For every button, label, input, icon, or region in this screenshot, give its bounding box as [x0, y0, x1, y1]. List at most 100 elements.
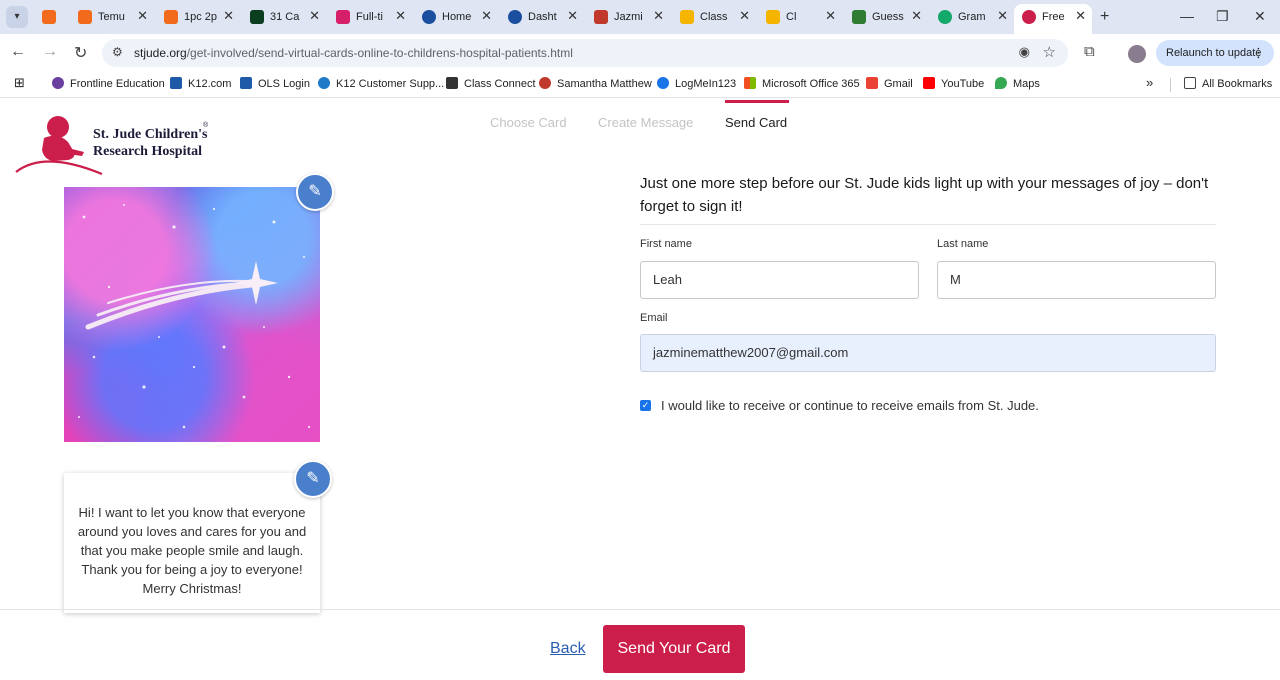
bookmark-item[interactable]: LogMeIn123 [657, 77, 736, 90]
step-choose-card[interactable]: Choose Card [490, 115, 567, 130]
bookmark-label: Frontline Education [70, 78, 165, 90]
registered-mark: ® [203, 122, 209, 129]
more-menu-icon[interactable]: ⋮ [1252, 40, 1265, 66]
close-icon[interactable]: ✕ [395, 8, 406, 24]
browser-tab[interactable]: 31 Ca ✕ [242, 4, 326, 31]
relaunch-button[interactable]: Relaunch to update ⋮ [1156, 40, 1274, 66]
bookmark-item[interactable]: Samantha Matthew [539, 77, 652, 90]
back-arrow-icon[interactable]: ← [10, 43, 26, 61]
close-icon[interactable]: ✕ [997, 8, 1008, 24]
browser-tab[interactable]: Gram ✕ [930, 4, 1014, 31]
star-icon[interactable]: ☆ [1043, 43, 1056, 61]
close-icon[interactable]: ✕ [1075, 8, 1086, 24]
more-bookmarks-button[interactable]: » [1146, 75, 1153, 90]
tab-label: Temu [98, 11, 125, 23]
window-close-icon[interactable]: ✕ [1254, 8, 1266, 25]
close-icon[interactable]: ✕ [309, 8, 320, 24]
step-send-card[interactable]: Send Card [725, 115, 787, 130]
bookmark-item[interactable]: Maps [995, 77, 1040, 90]
bookmark-item[interactable]: Class Connect [446, 77, 536, 90]
browser-tab[interactable]: 1pc 2p ✕ [156, 4, 240, 31]
close-icon[interactable]: ✕ [825, 8, 836, 24]
tab-search-button[interactable]: ▾ [6, 6, 28, 28]
edit-card-button[interactable]: ✎ [296, 173, 334, 211]
bookmark-item[interactable]: OLS Login [240, 77, 310, 90]
site-info-icon[interactable]: ⚙ [112, 45, 123, 59]
optin-checkbox[interactable]: ✓ [640, 400, 651, 411]
new-tab-button[interactable]: + [1100, 8, 1109, 26]
close-icon[interactable]: ✕ [653, 8, 664, 24]
back-link[interactable]: Back [550, 640, 586, 658]
browser-tab-active[interactable]: Free ✕ [1014, 4, 1092, 34]
bookmark-label: K12.com [188, 78, 232, 90]
optin-label[interactable]: I would like to receive or continue to r… [661, 398, 1039, 413]
tab-label: Gram [958, 11, 986, 23]
browser-tab[interactable]: Dasht ✕ [500, 4, 584, 31]
browser-tab[interactable]: Cl ✕ [758, 4, 842, 31]
logo-wordmark: St. Jude Children's Research Hospital [93, 126, 208, 160]
browser-tab[interactable]: Temu ✕ [70, 4, 154, 31]
tab-strip: ▾ Temu ✕ 1pc 2p ✕ 31 Ca ✕ Full-ti ✕ Home… [0, 0, 1280, 34]
step-create-message[interactable]: Create Message [598, 115, 693, 130]
bookmark-item[interactable]: Frontline Education [52, 77, 165, 90]
close-icon[interactable]: ✕ [481, 8, 492, 24]
bookmark-item[interactable]: K12 Customer Supp... [318, 77, 444, 90]
close-icon[interactable]: ✕ [739, 8, 750, 24]
close-icon[interactable]: ✕ [567, 8, 578, 24]
tab-label: Dasht [528, 11, 557, 23]
bookmark-item[interactable]: Gmail [866, 77, 913, 90]
bookmark-label: Samantha Matthew [557, 78, 652, 90]
tab-label: Cl [786, 11, 797, 23]
restore-icon[interactable]: ❐ [1216, 8, 1229, 25]
tab-favicon-icon [594, 10, 608, 24]
browser-tab[interactable]: Jazmi ✕ [586, 4, 670, 31]
url-domain: stjude.org [134, 46, 187, 60]
bookmark-label: YouTube [941, 78, 985, 90]
first-name-field[interactable]: Leah [640, 261, 919, 299]
minimize-icon[interactable]: — [1180, 8, 1194, 24]
browser-tab[interactable]: Full-ti ✕ [328, 4, 412, 31]
browser-tab[interactable]: Class ✕ [672, 4, 756, 31]
tab-label: 31 Ca [270, 11, 300, 23]
reload-icon[interactable]: ↻ [74, 43, 87, 63]
logo-line1: St. Jude Children's [93, 127, 208, 142]
tab-label: Guess [872, 11, 904, 23]
last-name-field[interactable]: M [937, 261, 1216, 299]
bookmark-item[interactable]: YouTube [923, 77, 984, 90]
temu-icon [164, 10, 178, 24]
extensions-icon[interactable]: ⧉ [1084, 43, 1095, 60]
first-name-label: First name [640, 238, 692, 250]
eye-slash-icon[interactable]: ◉ [1019, 44, 1030, 60]
apps-grid-icon[interactable]: ⊞ [14, 75, 25, 91]
close-icon[interactable]: ✕ [137, 8, 148, 24]
url-text[interactable]: stjude.org/get-involved/send-virtual-car… [134, 46, 573, 60]
edit-message-button[interactable]: ✎ [294, 460, 332, 498]
browser-tab[interactable]: Home ✕ [414, 4, 498, 31]
tab-favicon-icon [852, 10, 866, 24]
folder-icon [1184, 77, 1196, 89]
profile-avatar[interactable] [1128, 45, 1146, 63]
send-card-button[interactable]: Send Your Card [603, 625, 745, 673]
browser-toolbar: ← → ↻ ⚙ stjude.org/get-involved/send-vir… [0, 34, 1280, 72]
st-jude-logo[interactable]: St. Jude Children's Research Hospital ® [14, 114, 214, 176]
all-bookmarks-button[interactable]: All Bookmarks [1184, 77, 1272, 90]
close-icon[interactable]: ✕ [911, 8, 922, 24]
bookmark-label: OLS Login [258, 78, 310, 90]
bookmark-label: Gmail [884, 78, 913, 90]
browser-tab[interactable]: Guess ✕ [844, 4, 928, 31]
url-path: /get-involved/send-virtual-cards-online-… [186, 46, 573, 60]
bookmark-item[interactable]: K12.com [170, 77, 231, 90]
tab-favicon-icon [336, 10, 350, 24]
email-field[interactable]: jazminematthew2007@gmail.com [640, 334, 1216, 372]
temu-icon [78, 10, 92, 24]
forward-arrow-icon[interactable]: → [42, 43, 58, 61]
active-step-indicator [725, 100, 789, 103]
address-bar[interactable]: ⚙ stjude.org/get-involved/send-virtual-c… [102, 39, 1068, 67]
st-jude-icon [1022, 10, 1036, 24]
bookmark-item[interactable]: Microsoft Office 365 [744, 77, 860, 90]
cloud-icon [318, 77, 330, 89]
browser-tab[interactable] [34, 4, 64, 31]
close-icon[interactable]: ✕ [223, 8, 234, 24]
bookmark-label: Microsoft Office 365 [762, 78, 860, 90]
samantha-icon [539, 77, 551, 89]
